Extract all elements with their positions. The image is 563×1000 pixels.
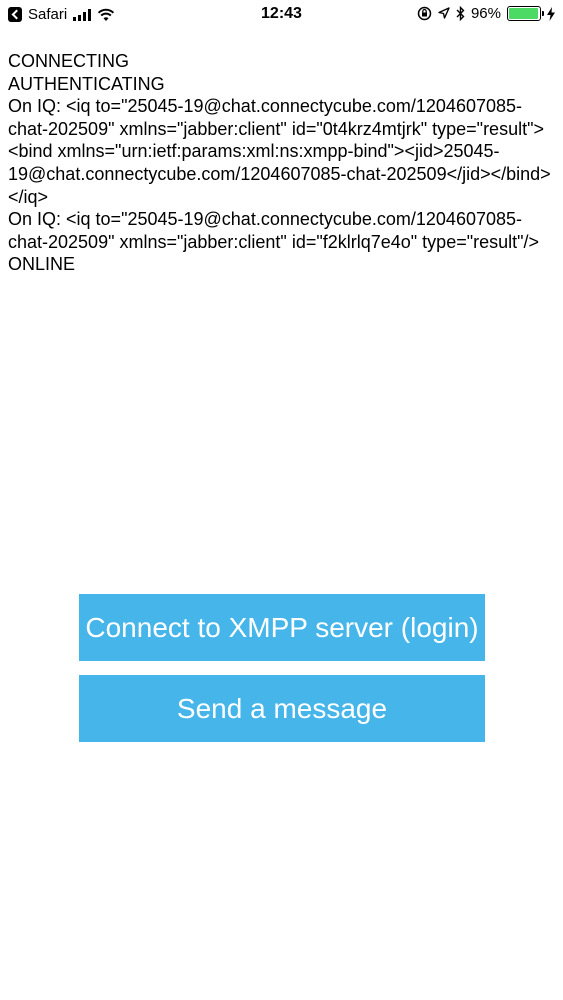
location-icon	[438, 7, 450, 19]
battery-icon	[507, 6, 544, 21]
connect-button[interactable]: Connect to XMPP server (login)	[79, 594, 485, 661]
send-message-button[interactable]: Send a message	[79, 675, 485, 742]
connection-log: CONNECTING AUTHENTICATING On IQ: <iq to=…	[8, 50, 556, 276]
log-line: CONNECTING	[8, 51, 129, 71]
charging-icon	[547, 6, 555, 21]
log-line: ONLINE	[8, 254, 76, 275]
log-line: On IQ: <iq to="25045-19@chat.connectycub…	[8, 96, 551, 207]
log-line: On IQ: <iq to="25045-19@chat.connectycub…	[8, 209, 540, 252]
bluetooth-icon	[456, 6, 465, 21]
battery-percent: 96%	[470, 5, 501, 22]
battery-fill	[509, 8, 538, 19]
log-line: AUTHENTICATING	[8, 73, 165, 94]
status-bar: Safari 12:43 96%	[0, 0, 563, 30]
status-bar-right: 96%	[417, 5, 555, 22]
orientation-lock-icon	[417, 6, 432, 21]
